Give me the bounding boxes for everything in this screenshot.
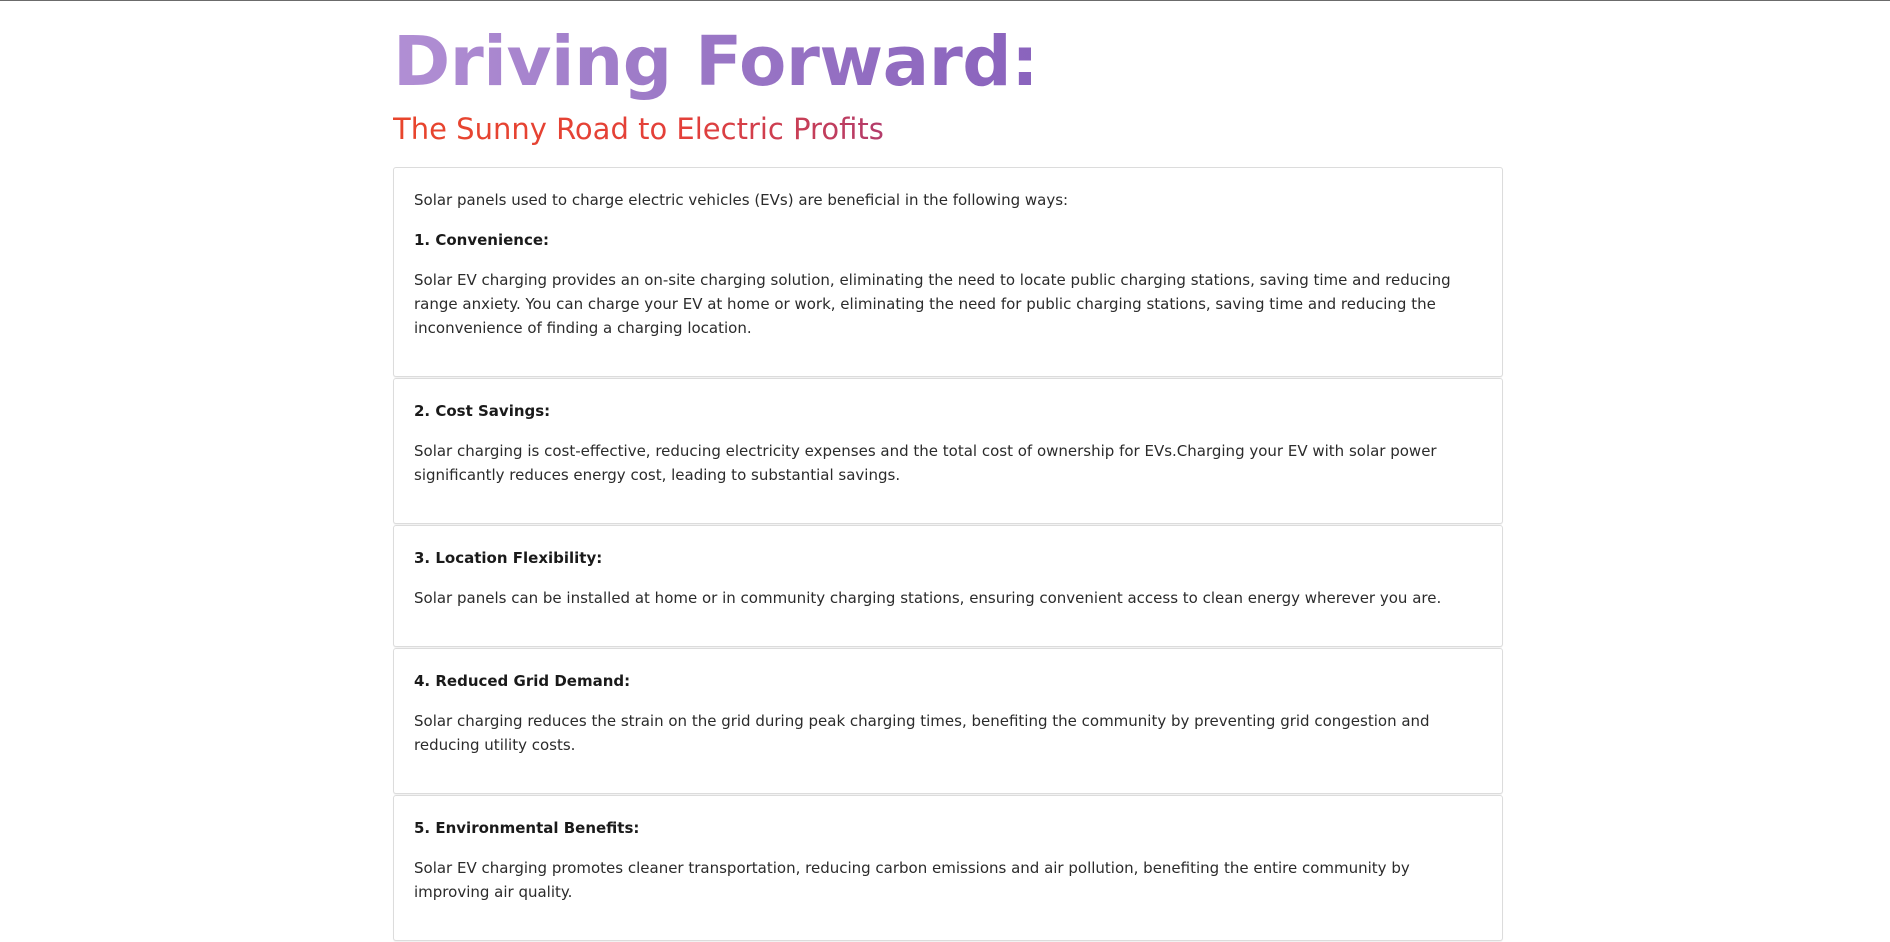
benefit-body: Solar charging is cost-effective, reduci…: [414, 442, 1437, 484]
benefit-heading: 1. Convenience:: [414, 231, 550, 249]
page-subtitle: The Sunny Road to Electric Profits: [393, 112, 884, 146]
benefit-heading: 3. Location Flexibility:: [414, 549, 603, 567]
benefit-body: Solar EV charging provides an on-site ch…: [414, 271, 1451, 337]
benefit-heading: 4. Reduced Grid Demand:: [414, 672, 631, 690]
benefits-list: Solar panels used to charge electric veh…: [393, 167, 1503, 942]
benefit-card-environmental-benefits: 5. Environmental Benefits: Solar EV char…: [393, 795, 1503, 941]
benefit-card-convenience: Solar panels used to charge electric veh…: [393, 167, 1503, 377]
page-title: Driving Forward:: [393, 22, 1039, 102]
intro-text: Solar panels used to charge electric veh…: [414, 191, 1069, 209]
benefit-card-cost-savings: 2. Cost Savings: Solar charging is cost-…: [393, 378, 1503, 524]
benefit-body: Solar charging reduces the strain on the…: [414, 712, 1430, 754]
benefit-card-location-flexibility: 3. Location Flexibility: Solar panels ca…: [393, 525, 1503, 647]
benefit-body: Solar EV charging promotes cleaner trans…: [414, 859, 1410, 901]
benefit-heading: 2. Cost Savings:: [414, 402, 551, 420]
benefit-body: Solar panels can be installed at home or…: [414, 589, 1442, 607]
benefit-heading: 5. Environmental Benefits:: [414, 819, 640, 837]
window-top-border: [0, 0, 1890, 1]
benefit-card-reduced-grid-demand: 4. Reduced Grid Demand: Solar charging r…: [393, 648, 1503, 794]
